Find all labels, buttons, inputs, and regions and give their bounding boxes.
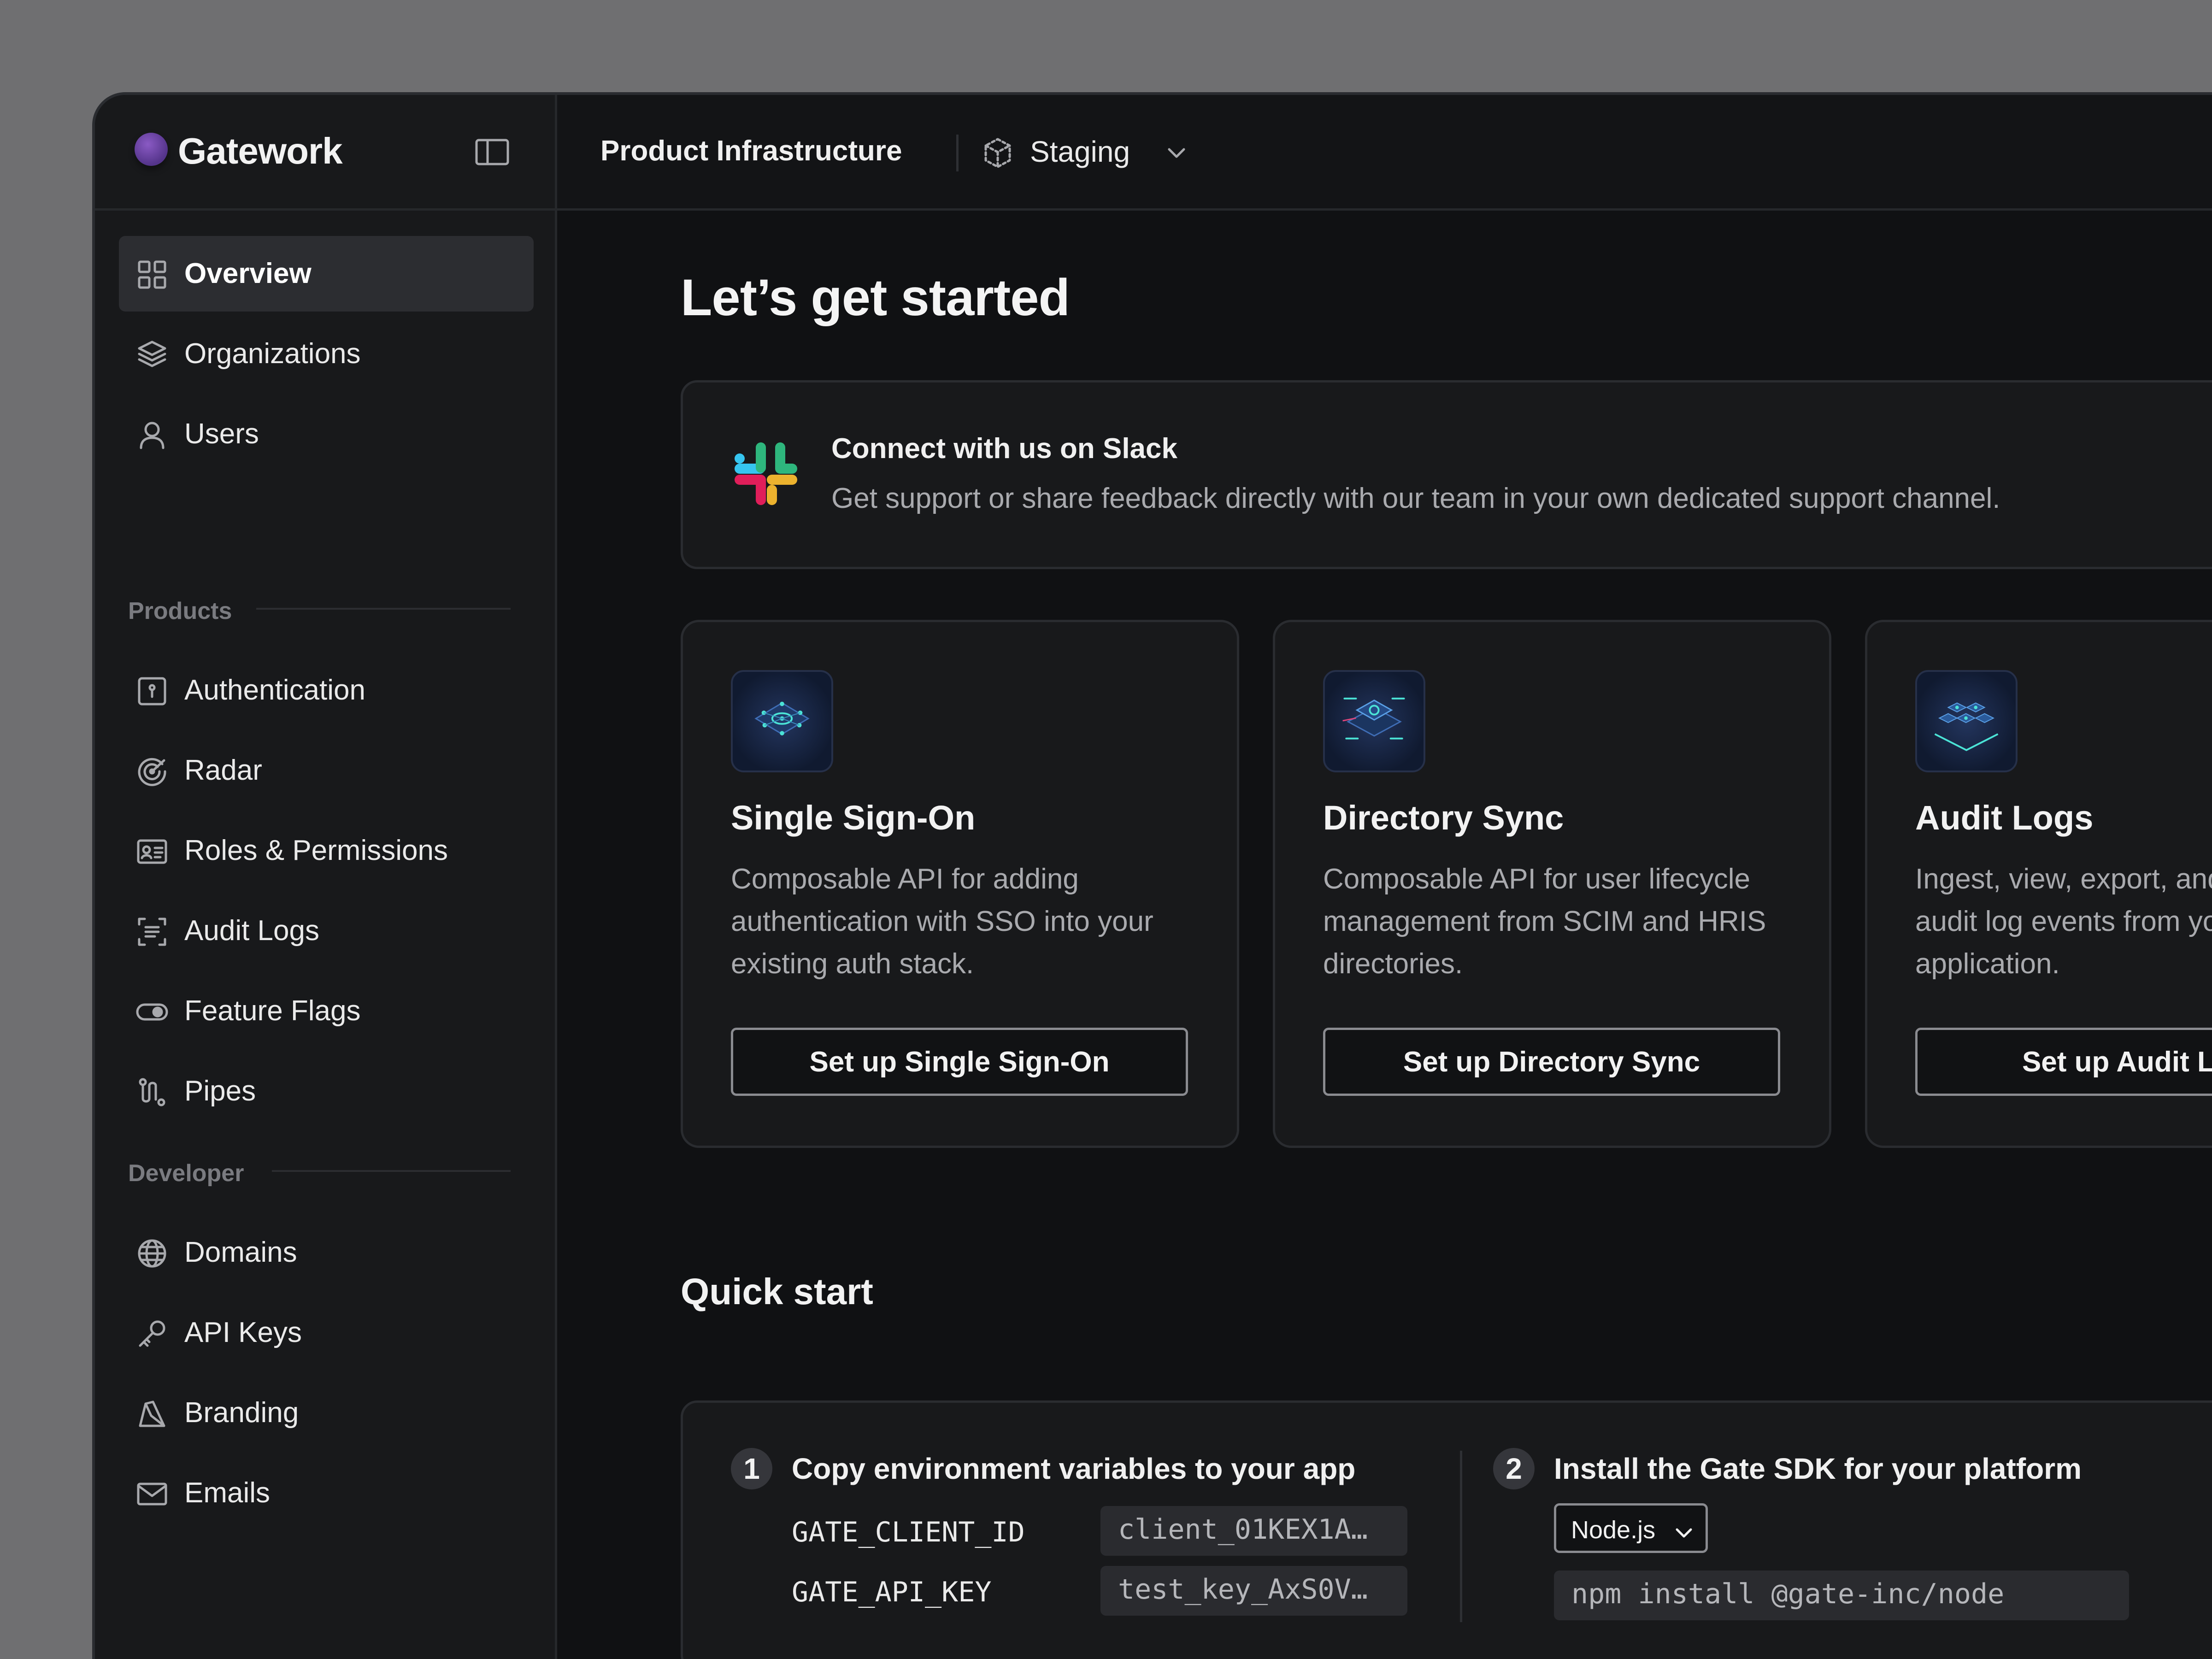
- audit-logs-illustration: [1915, 670, 2018, 772]
- sidebar-item-label: Authentication: [184, 674, 365, 706]
- step-title: Copy environment variables to your app: [792, 1452, 1356, 1485]
- env-var-key: GATE_CLIENT_ID: [792, 1516, 1025, 1548]
- sidebar-item-roles-permissions[interactable]: Roles & Permissions: [119, 813, 534, 888]
- directory-sync-illustration: [1323, 670, 1425, 772]
- chevron-down-icon: [1168, 148, 1185, 158]
- header-divider: [956, 135, 959, 171]
- globe-icon: [138, 1239, 166, 1268]
- product-title: Directory Sync: [1323, 799, 1564, 837]
- env-var-value-client-id[interactable]: client_01KEX1A…: [1100, 1506, 1407, 1556]
- product-description: Composable API for adding authentication…: [731, 863, 1153, 980]
- setup-directory-sync-button[interactable]: Set up Directory Sync: [1323, 1028, 1780, 1096]
- scan-icon: [138, 918, 166, 946]
- quick-start-card: 1 Copy environment variables to your app…: [681, 1400, 2212, 1659]
- section-divider: [256, 608, 511, 610]
- sidebar-item-overview[interactable]: Overview: [119, 236, 534, 312]
- platform-select-value: Node.js: [1571, 1516, 1656, 1544]
- mail-icon: [137, 1483, 167, 1506]
- section-divider: [272, 1170, 511, 1172]
- sidebar-item-label: Pipes: [184, 1075, 256, 1107]
- app-name: Gatework: [178, 130, 343, 171]
- section-label-products: Products: [128, 598, 232, 624]
- key-icon: [139, 1320, 165, 1347]
- sidebar-item-organizations[interactable]: Organizations: [119, 316, 534, 392]
- slack-card-title: Connect with us on Slack: [831, 433, 1177, 465]
- product-description: Composable API for user lifecycle manage…: [1323, 863, 1766, 980]
- id-card-icon: [137, 839, 167, 864]
- slack-logo-icon: [735, 442, 797, 505]
- top-bar: Product Infrastructure Staging: [557, 95, 2212, 211]
- environment-switcher[interactable]: Staging: [981, 132, 1193, 174]
- sidebar-item-label: Feature Flags: [184, 995, 361, 1027]
- auth-icon: [138, 677, 166, 706]
- product-card-directory-sync: Directory Sync Composable API for user l…: [1273, 620, 1831, 1148]
- step-number-badge: 2: [1493, 1448, 1535, 1489]
- product-title: Single Sign-On: [731, 799, 976, 837]
- sidebar-item-authentication[interactable]: Authentication: [119, 653, 534, 728]
- brush-icon: [139, 1400, 165, 1427]
- sidebar-item-label: Domains: [184, 1236, 297, 1268]
- sidebar-item-label: Audit Logs: [184, 915, 319, 947]
- sidebar: Gatework Overview Organizations Users Pr…: [95, 95, 557, 1659]
- app-window: Gatework Overview Organizations Users Pr…: [92, 92, 2212, 1659]
- main-content: Let’s get started Connect with us on Sla…: [557, 211, 2212, 1659]
- sidebar-item-label: Users: [184, 418, 259, 450]
- page-title: Let’s get started: [681, 269, 1070, 326]
- sidebar-item-label: Organizations: [184, 338, 361, 370]
- toggle-icon: [136, 1003, 168, 1021]
- platform-select[interactable]: Node.js: [1554, 1503, 1708, 1553]
- sidebar-item-label: Roles & Permissions: [184, 835, 448, 866]
- user-icon: [140, 422, 165, 449]
- sidebar-item-label: Emails: [184, 1477, 271, 1509]
- step-divider: [1460, 1451, 1462, 1622]
- layers-icon: [138, 341, 166, 367]
- sidebar-item-pipes[interactable]: Pipes: [119, 1053, 534, 1129]
- slack-card-description: Get support or share feedback directly w…: [831, 482, 2000, 514]
- step-title: Install the Gate SDK for your platform: [1554, 1452, 2082, 1485]
- sidebar-item-radar[interactable]: Radar: [119, 733, 534, 808]
- install-command[interactable]: npm install @gate-inc/node: [1554, 1571, 2129, 1620]
- grid-icon: [138, 260, 166, 289]
- sidebar-item-label: Overview: [184, 258, 312, 289]
- chevron-down-icon: [1676, 1528, 1692, 1538]
- section-label-developer: Developer: [128, 1160, 244, 1187]
- sso-illustration: [731, 670, 833, 772]
- sidebar-item-domains[interactable]: Domains: [119, 1215, 534, 1290]
- product-description: Ingest, view, export, and stream audit l…: [1915, 863, 2212, 980]
- sidebar-item-label: Branding: [184, 1397, 299, 1429]
- cube-icon: [984, 138, 1011, 168]
- slack-card[interactable]: Connect with us on Slack Get support or …: [681, 380, 2212, 569]
- sidebar-toggle-button[interactable]: [474, 137, 511, 167]
- env-var-key: GATE_API_KEY: [792, 1576, 992, 1608]
- product-card-audit-logs: Audit Logs Ingest, view, export, and str…: [1865, 620, 2212, 1148]
- product-card-sso: Single Sign-On Composable API for adding…: [681, 620, 1239, 1148]
- sidebar-item-api-keys[interactable]: API Keys: [119, 1295, 534, 1371]
- pipes-icon: [139, 1078, 165, 1106]
- sidebar-item-users[interactable]: Users: [119, 396, 534, 472]
- step-number-badge: 1: [731, 1448, 772, 1489]
- sidebar-item-feature-flags[interactable]: Feature Flags: [119, 973, 534, 1049]
- sidebar-toggle-icon: [475, 139, 509, 165]
- environment-label: Staging: [1030, 135, 1130, 168]
- logo-icon: [135, 133, 168, 166]
- sidebar-item-branding[interactable]: Branding: [119, 1375, 534, 1451]
- quick-start-heading: Quick start: [681, 1271, 873, 1312]
- env-var-value-api-key[interactable]: test_key_AxS0V…: [1100, 1566, 1407, 1616]
- radar-icon: [138, 758, 166, 786]
- product-title: Audit Logs: [1915, 799, 2094, 837]
- project-name[interactable]: Product Infrastructure: [600, 135, 902, 167]
- setup-sso-button[interactable]: Set up Single Sign-On: [731, 1028, 1188, 1096]
- setup-audit-logs-button[interactable]: Set up Audit Logs: [1915, 1028, 2212, 1096]
- brand-header: Gatework: [95, 95, 555, 211]
- sidebar-item-emails[interactable]: Emails: [119, 1455, 534, 1531]
- sidebar-item-audit-logs[interactable]: Audit Logs: [119, 893, 534, 969]
- sidebar-item-label: API Keys: [184, 1317, 302, 1348]
- sidebar-item-label: Radar: [184, 754, 262, 786]
